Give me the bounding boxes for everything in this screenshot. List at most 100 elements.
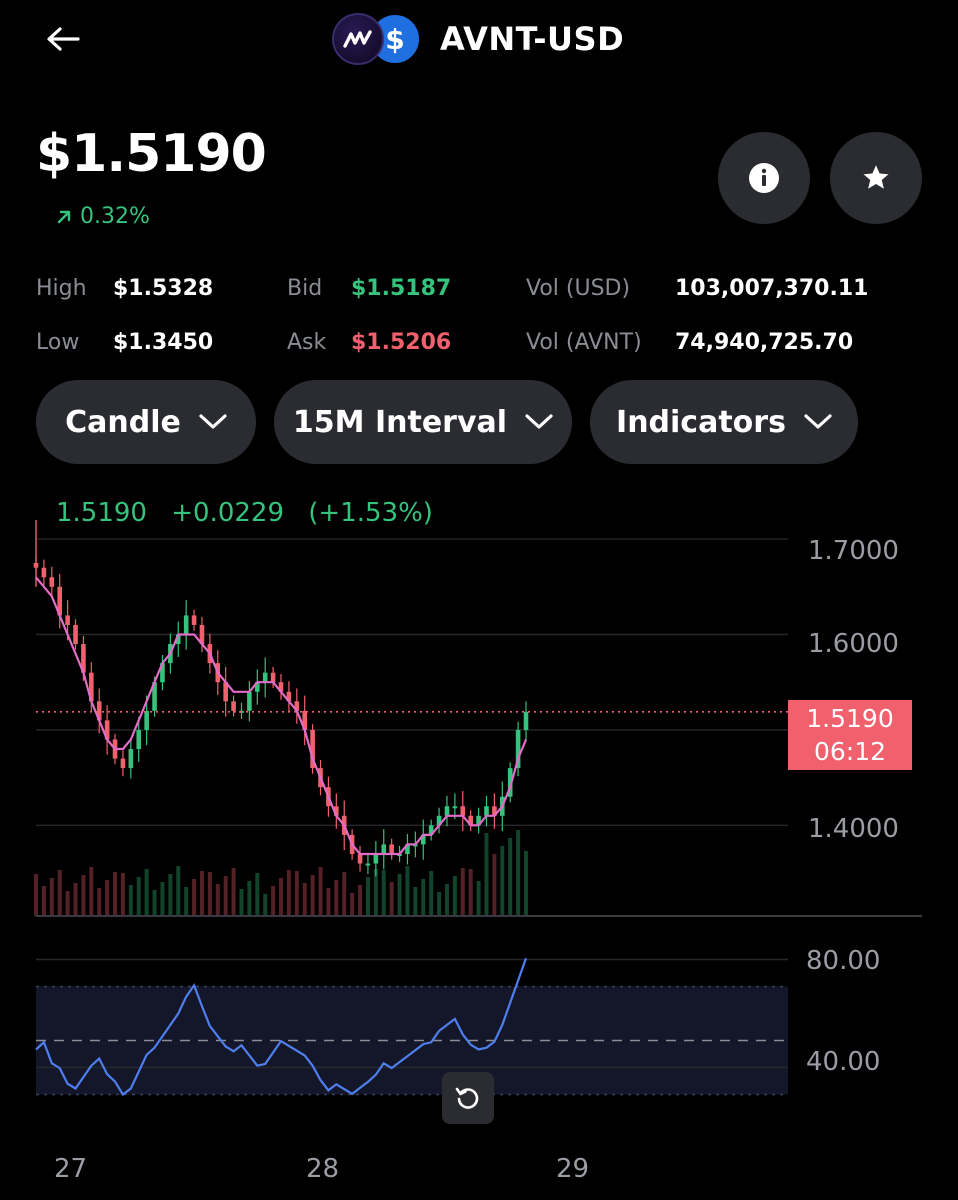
candle-body — [231, 701, 236, 711]
info-button[interactable] — [718, 132, 810, 224]
volume-bar — [207, 872, 212, 916]
volume-bar — [49, 878, 54, 916]
volume-bar — [105, 880, 110, 916]
volume-bar — [168, 874, 173, 916]
chevron-down-icon — [804, 414, 832, 429]
volume-bar — [452, 876, 457, 916]
candle-body — [381, 844, 387, 854]
volume-bar — [468, 869, 473, 916]
y-axis-label: 1.7000 — [808, 536, 899, 566]
candle-body — [183, 615, 189, 635]
volume-bar — [350, 893, 355, 916]
ask-value: $1.5206 — [351, 330, 452, 355]
candle-body — [373, 853, 379, 864]
favorite-button[interactable] — [830, 132, 922, 224]
pair-header: $ AVNT-USD — [332, 12, 624, 66]
volume-bar — [160, 882, 165, 916]
usd-glyph: $ — [385, 22, 405, 56]
volume-bar — [199, 871, 204, 916]
volume-bar — [302, 883, 307, 916]
y-axis-label: 1.6000 — [808, 629, 899, 659]
last-price-tag: 1.5190 06:12 — [788, 700, 912, 770]
volume-bar — [192, 879, 197, 916]
volume-bar — [508, 838, 513, 916]
volume-bar — [184, 887, 189, 916]
candle-body — [444, 806, 450, 816]
candle-body — [389, 844, 394, 854]
volume-bar — [41, 886, 46, 916]
volume-bar — [144, 869, 149, 916]
rotate-ccw-icon — [455, 1087, 479, 1109]
reset-chart-button[interactable] — [442, 1072, 494, 1124]
candle-body — [41, 567, 47, 578]
volume-bar — [421, 879, 426, 916]
volume-bar — [128, 885, 133, 916]
back-button[interactable] — [40, 18, 86, 60]
candle-body — [523, 711, 529, 730]
info-icon — [749, 163, 779, 193]
volume-bar — [97, 888, 102, 916]
volume-bar — [247, 881, 252, 916]
candle-body — [49, 577, 55, 587]
x-axis-label: 27 — [54, 1154, 88, 1184]
candle-body — [65, 615, 70, 625]
volume-bar — [326, 888, 331, 916]
volume-bar — [342, 872, 347, 916]
volume-bar — [381, 870, 386, 916]
volume-bar — [176, 866, 181, 916]
candle-body — [120, 758, 126, 769]
chevron-down-icon — [199, 414, 227, 429]
interval-label: 15M Interval — [292, 404, 508, 440]
volume-bar — [500, 846, 505, 916]
volume-bar — [318, 867, 323, 916]
volume-bar — [389, 882, 394, 916]
interval-dropdown[interactable]: 15M Interval — [274, 380, 572, 464]
avnt-logo-icon — [332, 13, 384, 65]
bid-value: $1.5187 — [351, 276, 452, 301]
indicators-label: Indicators — [616, 404, 786, 440]
volume-bar — [413, 887, 418, 916]
candle-body — [452, 806, 458, 809]
moving-average-line — [35, 576, 528, 856]
pair-title: AVNT-USD — [440, 20, 625, 58]
arrow-up-right-icon — [57, 210, 71, 223]
chart-type-label: Candle — [65, 404, 181, 440]
volume-bar — [294, 871, 299, 916]
volume-bar — [286, 870, 291, 916]
indicators-dropdown[interactable]: Indicators — [590, 380, 858, 464]
volume-bar — [271, 886, 276, 916]
vol-usd-value: 103,007,370.11 — [675, 276, 869, 301]
volume-bar — [34, 874, 38, 916]
volume-bar — [444, 884, 449, 916]
chart-type-dropdown[interactable]: Candle — [36, 380, 256, 464]
candle-body — [247, 691, 252, 711]
volume-bar — [492, 854, 497, 916]
volume-bar — [310, 875, 315, 916]
volume-bar — [279, 878, 283, 916]
low-value: $1.3450 — [113, 330, 214, 355]
bid-label: Bid — [287, 276, 323, 301]
vol-avnt-value: 74,940,725.70 — [675, 330, 854, 355]
volume-bar — [215, 884, 220, 916]
indicator-y-label: 40.00 — [806, 1047, 881, 1077]
volume-bar — [89, 867, 94, 916]
vol-avnt-label: Vol (AVNT) — [526, 330, 642, 355]
candle-body — [270, 672, 276, 683]
volume-bar — [524, 851, 528, 916]
high-value: $1.5328 — [113, 276, 214, 301]
back-arrow-icon — [47, 27, 80, 51]
candle-body — [191, 615, 197, 625]
volume-bar — [516, 830, 521, 916]
volume-bar — [460, 868, 465, 916]
candle-countdown: 06:12 — [813, 737, 887, 766]
volume-bar — [136, 877, 141, 916]
volume-bar — [476, 881, 481, 916]
last-price-value: 1.5190 — [806, 704, 894, 733]
candle-body — [460, 806, 466, 816]
star-icon — [863, 165, 889, 189]
ask-label: Ask — [287, 330, 327, 355]
vol-usd-label: Vol (USD) — [526, 276, 631, 301]
chevron-down-icon — [525, 414, 553, 429]
volume-bar — [484, 833, 489, 916]
volume-bar — [405, 866, 410, 916]
